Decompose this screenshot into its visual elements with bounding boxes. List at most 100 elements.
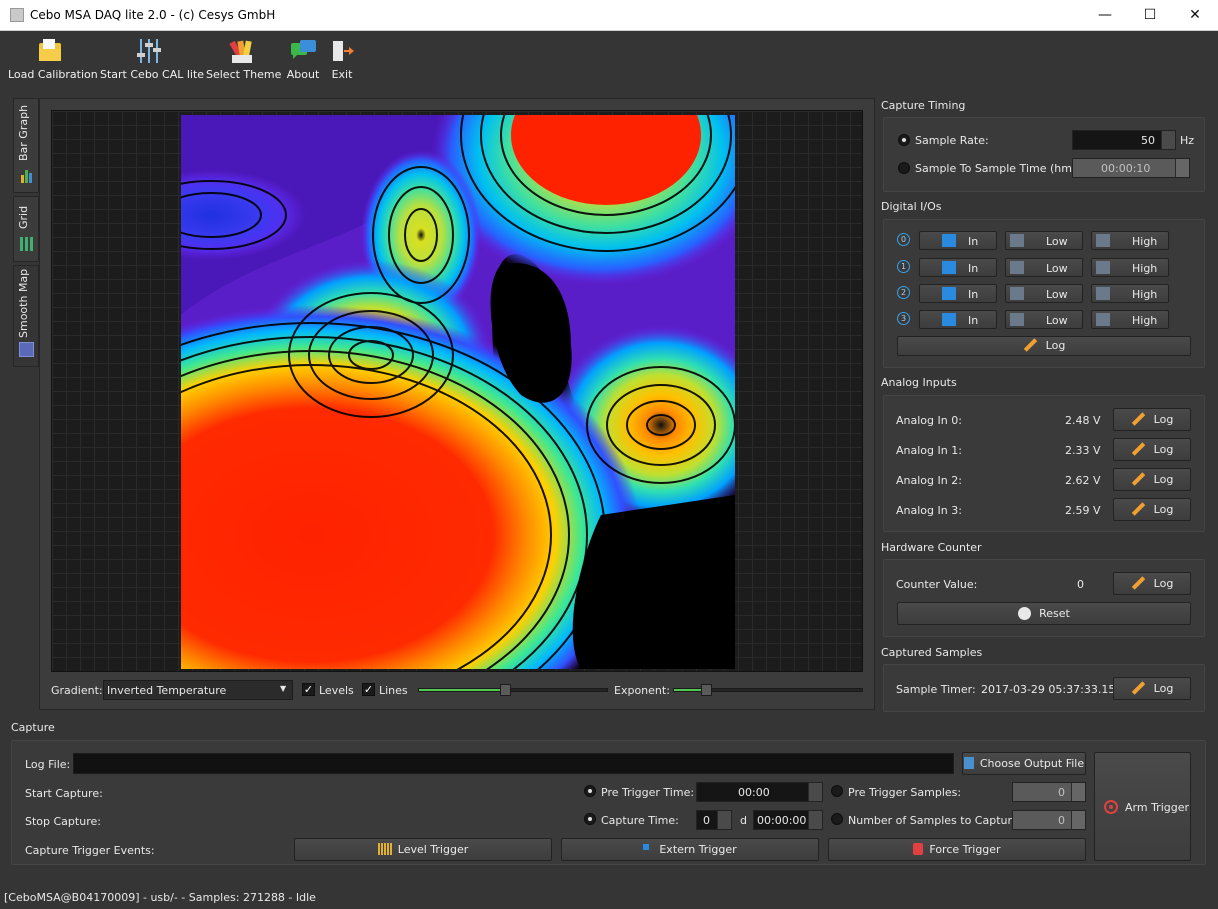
sample-rate-unit: Hz	[1180, 134, 1195, 147]
sample-timer-log-label: Log	[1153, 682, 1174, 695]
capture-time-days-unit: d	[740, 814, 747, 827]
bar-graph-icon	[377, 843, 392, 855]
counter-log-button[interactable]: Log	[1113, 572, 1191, 595]
counter-reset-button[interactable]: Reset	[897, 602, 1191, 625]
close-button[interactable]: ✕	[1172, 0, 1218, 31]
dio-1-high-button[interactable]: High	[1091, 258, 1169, 277]
arm-trigger-label: Arm Trigger	[1125, 801, 1190, 814]
select-theme-label: Select Theme	[206, 68, 282, 81]
dio-1-low-button[interactable]: Low	[1005, 258, 1083, 277]
sample-rate-input[interactable]: 50	[1072, 130, 1176, 150]
num-samples-value: 0	[1058, 814, 1065, 827]
dio-0-high-button[interactable]: High	[1091, 231, 1169, 250]
dio-0-in-button[interactable]: In	[919, 231, 997, 250]
num-samples-radio[interactable]	[831, 813, 843, 825]
analog-in-0-log-button[interactable]: Log	[1113, 408, 1191, 431]
pre-trigger-time-radio[interactable]	[584, 785, 596, 797]
choose-output-file-label: Choose Output File	[979, 757, 1085, 770]
gradient-select[interactable]: Inverted Temperature ▼	[103, 680, 293, 700]
pencil-icon	[1131, 502, 1145, 516]
gradient-select-value: Inverted Temperature	[107, 684, 227, 697]
analog-in-3-label: Analog In 3:	[896, 504, 962, 517]
sample-timer-log-button[interactable]: Log	[1113, 677, 1191, 700]
about-button[interactable]: About	[284, 37, 322, 81]
pencil-icon	[1131, 412, 1145, 426]
capture-timing-title: Capture Timing	[881, 99, 966, 112]
captured-samples-group: Sample Timer: 2017-03-29 05:37:33.150 Lo…	[883, 664, 1205, 712]
dio-0-low-label: Low	[1046, 235, 1068, 248]
dio-log-label: Log	[1045, 339, 1066, 352]
capture-time-radio[interactable]	[584, 813, 596, 825]
load-calibration-button[interactable]: Load Calibration	[8, 37, 98, 81]
exponent-slider-track[interactable]	[673, 684, 863, 696]
analog-in-2-log-button[interactable]: Log	[1113, 468, 1191, 491]
start-cebo-cal-label: Start Cebo CAL lite	[100, 68, 205, 81]
tab-grid[interactable]: Grid	[13, 196, 39, 262]
dio-2-high-label: High	[1132, 288, 1158, 301]
hardware-counter-title: Hardware Counter	[881, 541, 982, 554]
sample-time-spin-arrows[interactable]	[1175, 159, 1189, 177]
dio-2-in-button[interactable]: In	[919, 284, 997, 303]
tab-bar-graph[interactable]: Bar Graph	[13, 98, 39, 193]
levels-label: Levels	[319, 684, 354, 697]
analog-in-2-value: 2.62 V	[1065, 474, 1101, 487]
dio-0-low-button[interactable]: Low	[1005, 231, 1083, 250]
analog-in-3-value: 2.59 V	[1065, 504, 1101, 517]
sample-rate-spin-arrows[interactable]	[1161, 131, 1175, 149]
capture-trigger-events-label: Capture Trigger Events:	[25, 844, 155, 857]
arm-trigger-button[interactable]: Arm Trigger	[1094, 752, 1191, 861]
pencil-icon	[1131, 681, 1145, 695]
minimize-button[interactable]: —	[1082, 0, 1128, 31]
sample-time-radio[interactable]	[898, 162, 910, 174]
analog-in-2-log-label: Log	[1153, 473, 1174, 486]
status-bar: [CeboMSA@B04170009] - usb/- - Samples: 2…	[0, 887, 1218, 909]
smooth-map-heatmap	[181, 115, 735, 669]
analog-in-3-log-button[interactable]: Log	[1113, 498, 1191, 521]
capture-time-days-spin-arrows[interactable]	[717, 811, 731, 829]
capture-time-spin-arrows[interactable]	[808, 811, 822, 829]
tab-smooth-map[interactable]: Smooth Map	[13, 265, 39, 367]
level-trigger-label: Level Trigger	[397, 843, 469, 856]
exponent-slider-handle[interactable]	[701, 684, 713, 696]
force-trigger-button[interactable]: Force Trigger	[828, 838, 1086, 861]
log-file-input[interactable]	[73, 753, 954, 774]
levels-slider-track[interactable]	[418, 684, 608, 696]
force-trigger-icon	[913, 843, 924, 855]
dio-2-high-button[interactable]: High	[1091, 284, 1169, 303]
analog-in-1-log-button[interactable]: Log	[1113, 438, 1191, 461]
lines-checkbox[interactable]: ✓	[362, 683, 375, 696]
sample-time-input[interactable]: 00:00:10	[1072, 158, 1190, 178]
capture-time-input[interactable]: 00:00:00	[753, 810, 823, 830]
smooth-map-icon	[19, 342, 34, 357]
start-cebo-cal-button[interactable]: Start Cebo CAL lite	[100, 37, 205, 81]
extern-trigger-button[interactable]: Extern Trigger	[561, 838, 819, 861]
pre-trigger-time-input[interactable]: 00:00	[696, 782, 823, 802]
choose-output-file-button[interactable]: Choose Output File	[962, 752, 1086, 775]
levels-checkbox[interactable]: ✓	[302, 683, 315, 696]
num-samples-input[interactable]: 0	[1012, 810, 1086, 830]
num-samples-spin-arrows[interactable]	[1071, 811, 1085, 829]
maximize-button[interactable]: ☐	[1127, 0, 1173, 31]
pre-trigger-samples-spin-arrows[interactable]	[1071, 783, 1085, 801]
chevron-up-icon	[1096, 287, 1110, 300]
select-theme-button[interactable]: Select Theme	[206, 37, 282, 81]
dio-2-low-button[interactable]: Low	[1005, 284, 1083, 303]
dio-3-low-button[interactable]: Low	[1005, 310, 1083, 329]
pre-trigger-samples-input[interactable]: 0	[1012, 782, 1086, 802]
pre-trigger-samples-radio[interactable]	[831, 785, 843, 797]
arrow-left-icon	[942, 287, 956, 300]
capture-time-days-input[interactable]: 0	[696, 810, 732, 830]
chevron-down-icon	[1010, 313, 1024, 326]
sample-rate-radio[interactable]	[898, 134, 910, 146]
dio-log-button[interactable]: Log	[897, 336, 1191, 356]
exit-button[interactable]: Exit	[326, 37, 358, 81]
pre-trigger-time-spin-arrows[interactable]	[808, 783, 822, 801]
levels-slider-handle[interactable]	[499, 684, 511, 696]
counter-value-label: Counter Value:	[896, 578, 978, 591]
dio-3-in-button[interactable]: In	[919, 310, 997, 329]
tab-grid-label: Grid	[17, 205, 30, 229]
dio-1-in-button[interactable]: In	[919, 258, 997, 277]
dio-3-high-button[interactable]: High	[1091, 310, 1169, 329]
level-trigger-button[interactable]: Level Trigger	[294, 838, 552, 861]
sample-time-label: Sample To Sample Time (hms):	[915, 162, 1086, 175]
